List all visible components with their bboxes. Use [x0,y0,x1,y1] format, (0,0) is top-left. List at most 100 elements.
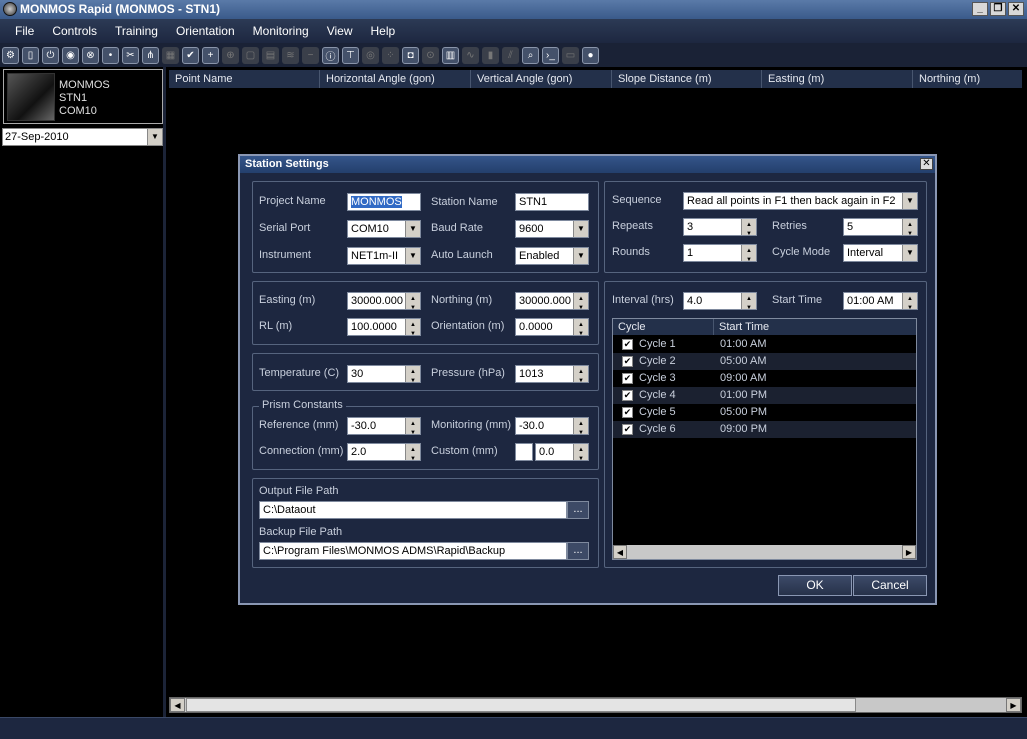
reference-input[interactable]: -30.0 [347,417,421,435]
chevron-down-icon[interactable]: ▼ [902,193,917,209]
chevron-down-icon[interactable]: ▼ [405,221,420,237]
target-icon[interactable]: ◉ [62,46,79,64]
maximize-button[interactable]: ❐ [990,2,1006,16]
chevron-down-icon[interactable]: ▼ [405,248,420,264]
easting-input[interactable]: 30000.000 [347,292,421,310]
custom-input[interactable]: 0.0 [535,443,589,461]
pressure-input[interactable]: 1013 [515,365,589,383]
close-button[interactable]: ✕ [1008,2,1024,16]
col-horizontal-angle[interactable]: Horizontal Angle (gon) [320,70,471,88]
add-icon[interactable]: + [202,46,219,64]
auto-launch-select[interactable]: Enabled ▼ [515,247,589,265]
compass-icon[interactable]: ⊙ [422,46,439,64]
station-card[interactable]: MONMOS STN1 COM10 [3,69,163,124]
station-name-input[interactable]: STN1 [515,193,589,211]
interval-input[interactable]: 4.0 [683,292,757,310]
minimize-button[interactable]: _ [972,2,988,16]
scatter-icon[interactable]: ⁘ [382,46,399,64]
chevron-down-icon[interactable]: ▼ [147,129,162,145]
col-easting[interactable]: Easting (m) [762,70,913,88]
spinner-icon[interactable] [573,366,588,382]
checkbox[interactable]: ✔ [622,424,633,435]
spinner-icon[interactable] [573,418,588,434]
rounds-input[interactable]: 1 [683,244,757,262]
checkbox[interactable]: ✔ [622,339,633,350]
settings-gear-icon[interactable]: ⚙ [2,46,19,64]
baud-rate-select[interactable]: 9600 ▼ [515,220,589,238]
list-item[interactable]: ✔ Cycle 1 01:00 AM [613,336,916,353]
minus-icon[interactable]: − [302,46,319,64]
spinner-icon[interactable] [405,418,420,434]
diagonal-icon[interactable]: ⫽ [502,46,519,64]
target-cancel-icon[interactable]: ⊗ [82,46,99,64]
search-icon[interactable]: ⌕ [522,46,539,64]
window-icon[interactable]: ▭ [562,46,579,64]
check-icon[interactable]: ✔ [182,46,199,64]
scroll-right-icon[interactable]: ▶ [1006,698,1021,712]
layers-icon[interactable]: ▤ [262,46,279,64]
list-item[interactable]: ✔ Cycle 3 09:00 AM [613,370,916,387]
spinner-icon[interactable] [573,293,588,309]
grid-horizontal-scrollbar[interactable]: ◀ ▶ [169,697,1022,713]
checkbox[interactable]: ✔ [622,390,633,401]
retries-input[interactable]: 5 [843,218,918,236]
list-item[interactable]: ✔ Cycle 5 05:00 PM [613,404,916,421]
spinner-icon[interactable] [741,219,756,235]
spinner-icon[interactable] [573,444,588,460]
col-vertical-angle[interactable]: Vertical Angle (gon) [471,70,612,88]
frame-icon[interactable]: ▢ [242,46,259,64]
building-icon[interactable]: ▥ [442,46,459,64]
checkbox[interactable]: ✔ [622,373,633,384]
chevron-down-icon[interactable]: ▼ [902,245,917,261]
orientation-input[interactable]: 0.0000 [515,318,589,336]
output-browse-button[interactable]: ... [567,501,589,519]
col-slope-distance[interactable]: Slope Distance (m) [612,70,762,88]
prism-icon[interactable]: ◎ [362,46,379,64]
backup-browse-button[interactable]: ... [567,542,589,560]
chevron-down-icon[interactable]: ▼ [573,248,588,264]
spinner-icon[interactable] [741,293,756,309]
tripod-icon[interactable]: ⊤ [342,46,359,64]
menu-help[interactable]: Help [361,24,404,38]
cycle-list-scrollbar[interactable]: ◀ ▶ [613,545,916,559]
col-point-name[interactable]: Point Name [169,70,320,88]
list-item[interactable]: ✔ Cycle 4 01:00 PM [613,387,916,404]
cancel-button[interactable]: Cancel [853,575,927,596]
rss-icon[interactable]: ≋ [282,46,299,64]
serial-port-select[interactable]: COM10 ▼ [347,220,421,238]
connection-input[interactable]: 2.0 [347,443,421,461]
rl-input[interactable]: 100.0000 [347,318,421,336]
date-select[interactable]: 27-Sep-2010 ▼ [2,128,163,146]
dialog-close-icon[interactable]: ✕ [920,158,933,170]
network-icon[interactable]: ⋔ [142,46,159,64]
console-icon[interactable]: ›_ [542,46,559,64]
spinner-icon[interactable] [902,293,917,309]
menu-view[interactable]: View [318,24,362,38]
spinner-icon[interactable] [405,366,420,382]
checkbox[interactable]: ✔ [622,356,633,367]
chevron-down-icon[interactable]: ▼ [573,221,588,237]
cycle-col-header[interactable]: Cycle [613,319,714,335]
list-item[interactable]: ✔ Cycle 2 05:00 AM [613,353,916,370]
output-path-input[interactable]: C:\Dataout [259,501,567,519]
globe-icon[interactable]: ● [582,46,599,64]
spinner-icon[interactable] [741,245,756,261]
spinner-icon[interactable] [405,444,420,460]
temperature-input[interactable]: 30 [347,365,421,383]
scroll-right-icon[interactable]: ▶ [902,545,916,559]
grid-icon[interactable]: ▦ [162,46,179,64]
list-item[interactable]: ✔ Cycle 6 09:00 PM [613,421,916,438]
camera-icon[interactable]: ◘ [402,46,419,64]
bar-icon[interactable]: ▮ [482,46,499,64]
col-northing[interactable]: Northing (m) [913,70,1022,88]
cycle-mode-select[interactable]: Interval ▼ [843,244,918,262]
info-icon[interactable]: ⓘ [322,46,339,64]
circle-add-icon[interactable]: ⊕ [222,46,239,64]
checkbox[interactable]: ✔ [622,407,633,418]
menu-orientation[interactable]: Orientation [167,24,244,38]
menu-file[interactable]: File [6,24,43,38]
scroll-left-icon[interactable]: ◀ [170,698,185,712]
menu-monitoring[interactable]: Monitoring [244,24,318,38]
spinner-icon[interactable] [573,319,588,335]
project-name-input[interactable]: MONMOS [347,193,421,211]
